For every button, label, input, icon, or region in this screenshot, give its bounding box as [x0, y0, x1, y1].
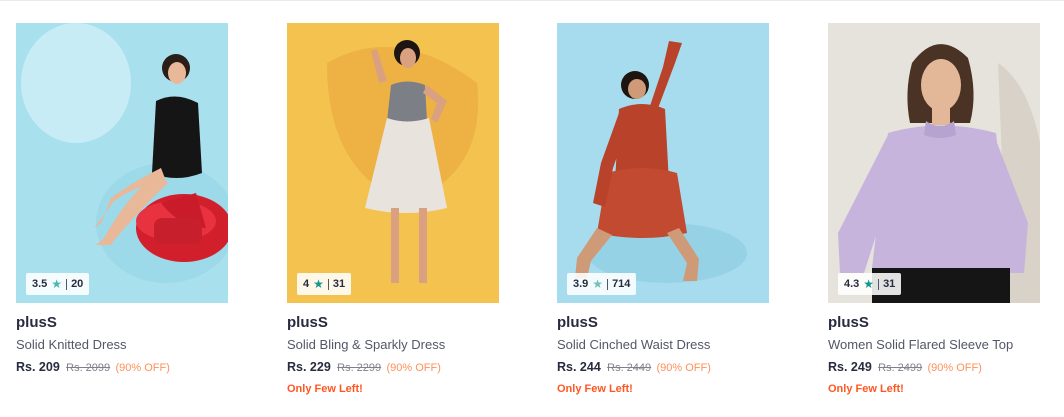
- product-card[interactable]: 3.9 ★ 714 plusS Solid Cinched Waist Dres…: [557, 23, 769, 413]
- rating-count: 31: [332, 278, 346, 290]
- rating-badge: 4 ★ 31: [297, 273, 352, 295]
- rating-separator: [607, 278, 609, 290]
- price-row: Rs. 209 Rs. 2099 (90% OFF): [16, 360, 228, 377]
- product-card[interactable]: 4 ★ 31 plusS Solid Bling & Sparkly Dress…: [287, 23, 499, 413]
- product-discount: (90% OFF): [115, 362, 170, 374]
- product-discount: (90% OFF): [927, 362, 982, 374]
- price-row: Rs. 249 Rs. 2499 (90% OFF): [828, 360, 1040, 377]
- star-icon: ★: [51, 277, 63, 291]
- rating-badge: 3.5 ★ 20: [26, 273, 90, 295]
- price-row: Rs. 244 Rs. 2449 (90% OFF): [557, 360, 769, 377]
- product-discount: (90% OFF): [656, 362, 711, 374]
- product-price: Rs. 249: [828, 360, 872, 374]
- product-brand[interactable]: plusS: [287, 314, 499, 334]
- rating-separator: [66, 278, 68, 290]
- product-image[interactable]: 4.3 ★ 31: [828, 23, 1040, 303]
- product-discount: (90% OFF): [386, 362, 441, 374]
- product-price: Rs. 209: [16, 360, 60, 374]
- rating-value: 3.9: [573, 278, 589, 290]
- product-name[interactable]: Women Solid Flared Sleeve Top: [828, 337, 1040, 355]
- product-brand[interactable]: plusS: [828, 314, 1040, 334]
- rating-value: 4.3: [844, 278, 860, 290]
- product-price: Rs. 244: [557, 360, 601, 374]
- rating-count: 20: [71, 278, 84, 290]
- rating-separator: [327, 278, 329, 290]
- product-mrp: Rs. 2299: [337, 362, 382, 374]
- rating-count: 714: [612, 278, 631, 290]
- star-icon: ★: [313, 277, 324, 291]
- product-name[interactable]: Solid Cinched Waist Dress: [557, 337, 769, 355]
- product-card[interactable]: 4.3 ★ 31 plusS Women Solid Flared Sleeve…: [828, 23, 1040, 413]
- product-mrp: Rs. 2099: [66, 362, 111, 374]
- product-name[interactable]: Solid Knitted Dress: [16, 337, 228, 355]
- stock-note: Only Few Left!: [557, 383, 633, 395]
- product-price: Rs. 229: [287, 360, 331, 374]
- product-image[interactable]: 3.5 ★ 20: [16, 23, 228, 303]
- product-mrp: Rs. 2499: [878, 362, 923, 374]
- product-card[interactable]: 3.5 ★ 20 plusS Solid Knitted Dress Rs. 2…: [16, 23, 228, 413]
- product-image[interactable]: 4 ★ 31: [287, 23, 499, 303]
- stock-note: Only Few Left!: [828, 383, 904, 395]
- star-icon: ★: [592, 277, 604, 291]
- product-brand[interactable]: plusS: [16, 314, 228, 334]
- rating-count: 31: [883, 278, 896, 290]
- stock-note: Only Few Left!: [287, 383, 363, 395]
- price-row: Rs. 229 Rs. 2299 (90% OFF): [287, 360, 499, 377]
- rating-value: 4: [303, 278, 310, 290]
- product-brand[interactable]: plusS: [557, 314, 769, 334]
- product-name[interactable]: Solid Bling & Sparkly Dress: [287, 337, 499, 355]
- product-mrp: Rs. 2449: [607, 362, 652, 374]
- rating-separator: [878, 278, 880, 290]
- rating-badge: 3.9 ★ 714: [567, 273, 637, 295]
- rating-value: 3.5: [32, 278, 48, 290]
- star-icon: ★: [863, 277, 875, 291]
- section-divider: [0, 0, 1064, 1]
- rating-badge: 4.3 ★ 31: [838, 273, 902, 295]
- product-image[interactable]: 3.9 ★ 714: [557, 23, 769, 303]
